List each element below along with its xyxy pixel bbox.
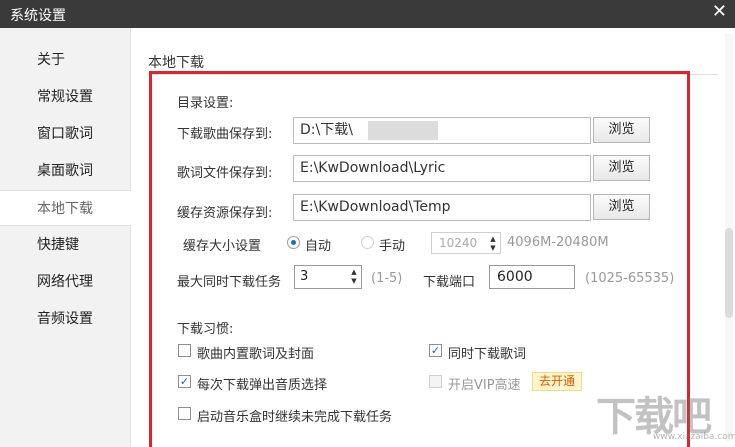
max-tasks-field[interactable]: 3 ▲ ▼ <box>294 265 362 289</box>
resume-tasks-label: 启动音乐盒时继续未完成下载任务 <box>197 410 393 425</box>
manual-radio-label: 手动 <box>379 239 406 254</box>
auto-radio[interactable] <box>287 236 300 249</box>
sidebar-item-general[interactable]: 常规设置 <box>0 79 131 115</box>
cache-size-spinner[interactable]: ▲ ▼ <box>488 235 498 253</box>
lyric-path-field[interactable]: E:\KwDownload\Lyric <box>293 155 591 182</box>
browse-song-button[interactable]: 浏览 <box>593 117 650 143</box>
max-tasks-hint: (1-5) <box>371 271 403 286</box>
settings-sidebar: 关于 常规设置 窗口歌词 桌面歌词 本地下载 快捷键 网络代理 音频设置 <box>0 28 131 447</box>
habits-heading: 下载习惯: <box>177 322 234 337</box>
title-bar: 系统设置 ✕ <box>0 0 735 28</box>
cache-size-field[interactable]: 10240 ▲ ▼ <box>431 232 501 254</box>
directory-heading: 目录设置: <box>177 96 234 111</box>
cache-path-label: 缓存资源保存到: <box>177 206 273 221</box>
sidebar-item-desktop-lyrics[interactable]: 桌面歌词 <box>0 153 131 189</box>
sidebar-item-hotkeys[interactable]: 快捷键 <box>0 227 131 263</box>
browse-cache-button[interactable]: 浏览 <box>593 194 650 220</box>
scrollbar-thumb[interactable] <box>725 228 733 318</box>
cache-path-field[interactable]: E:\KwDownload\Temp <box>293 194 591 221</box>
browse-lyric-button[interactable]: 浏览 <box>593 155 650 181</box>
vip-speed-checkbox <box>429 375 442 388</box>
sidebar-item-window-lyrics[interactable]: 窗口歌词 <box>0 116 131 152</box>
watermark-url: www.xiazaiba.com <box>653 432 735 442</box>
cache-size-label: 缓存大小设置 <box>183 239 262 254</box>
port-label: 下载端口 <box>423 275 476 290</box>
song-path-field[interactable]: D:\下载\ <box>293 117 591 144</box>
redacted-path-mask <box>368 121 438 140</box>
sidebar-item-proxy[interactable]: 网络代理 <box>0 264 131 300</box>
sync-lyrics-label: 同时下载歌词 <box>448 347 527 362</box>
lyric-path-label: 歌词文件保存到: <box>177 166 273 181</box>
sidebar-item-audio[interactable]: 音频设置 <box>0 301 131 337</box>
window-title: 系统设置 <box>10 8 66 24</box>
vip-speed-label: 开启VIP高速 <box>448 378 521 393</box>
sidebar-item-about[interactable]: 关于 <box>0 42 131 78</box>
port-hint: (1025-65535) <box>585 271 675 286</box>
sync-lyrics-checkbox[interactable]: ✓ <box>429 344 442 357</box>
song-path-label: 下载歌曲保存到: <box>177 127 273 142</box>
port-field[interactable]: 6000 <box>489 265 575 289</box>
quality-popup-label: 每次下载弹出音质选择 <box>197 378 328 393</box>
sidebar-item-local-download[interactable]: 本地下载 <box>0 190 131 226</box>
embed-lyrics-checkbox[interactable] <box>178 344 191 357</box>
vip-activate-button[interactable]: 去开通 <box>532 372 583 391</box>
cache-range-hint: 4096M-20480M <box>507 235 609 250</box>
quality-popup-checkbox[interactable]: ✓ <box>178 375 191 388</box>
auto-radio-label: 自动 <box>305 239 332 254</box>
max-tasks-label: 最大同时下载任务 <box>177 275 282 290</box>
resume-tasks-checkbox[interactable] <box>178 407 191 420</box>
section-title: 本地下载 <box>148 55 204 71</box>
manual-radio[interactable] <box>361 236 374 249</box>
close-icon[interactable]: ✕ <box>712 2 727 22</box>
embed-lyrics-label: 歌曲内置歌词及封面 <box>197 347 315 362</box>
max-tasks-spinner[interactable]: ▲ ▼ <box>349 268 359 286</box>
